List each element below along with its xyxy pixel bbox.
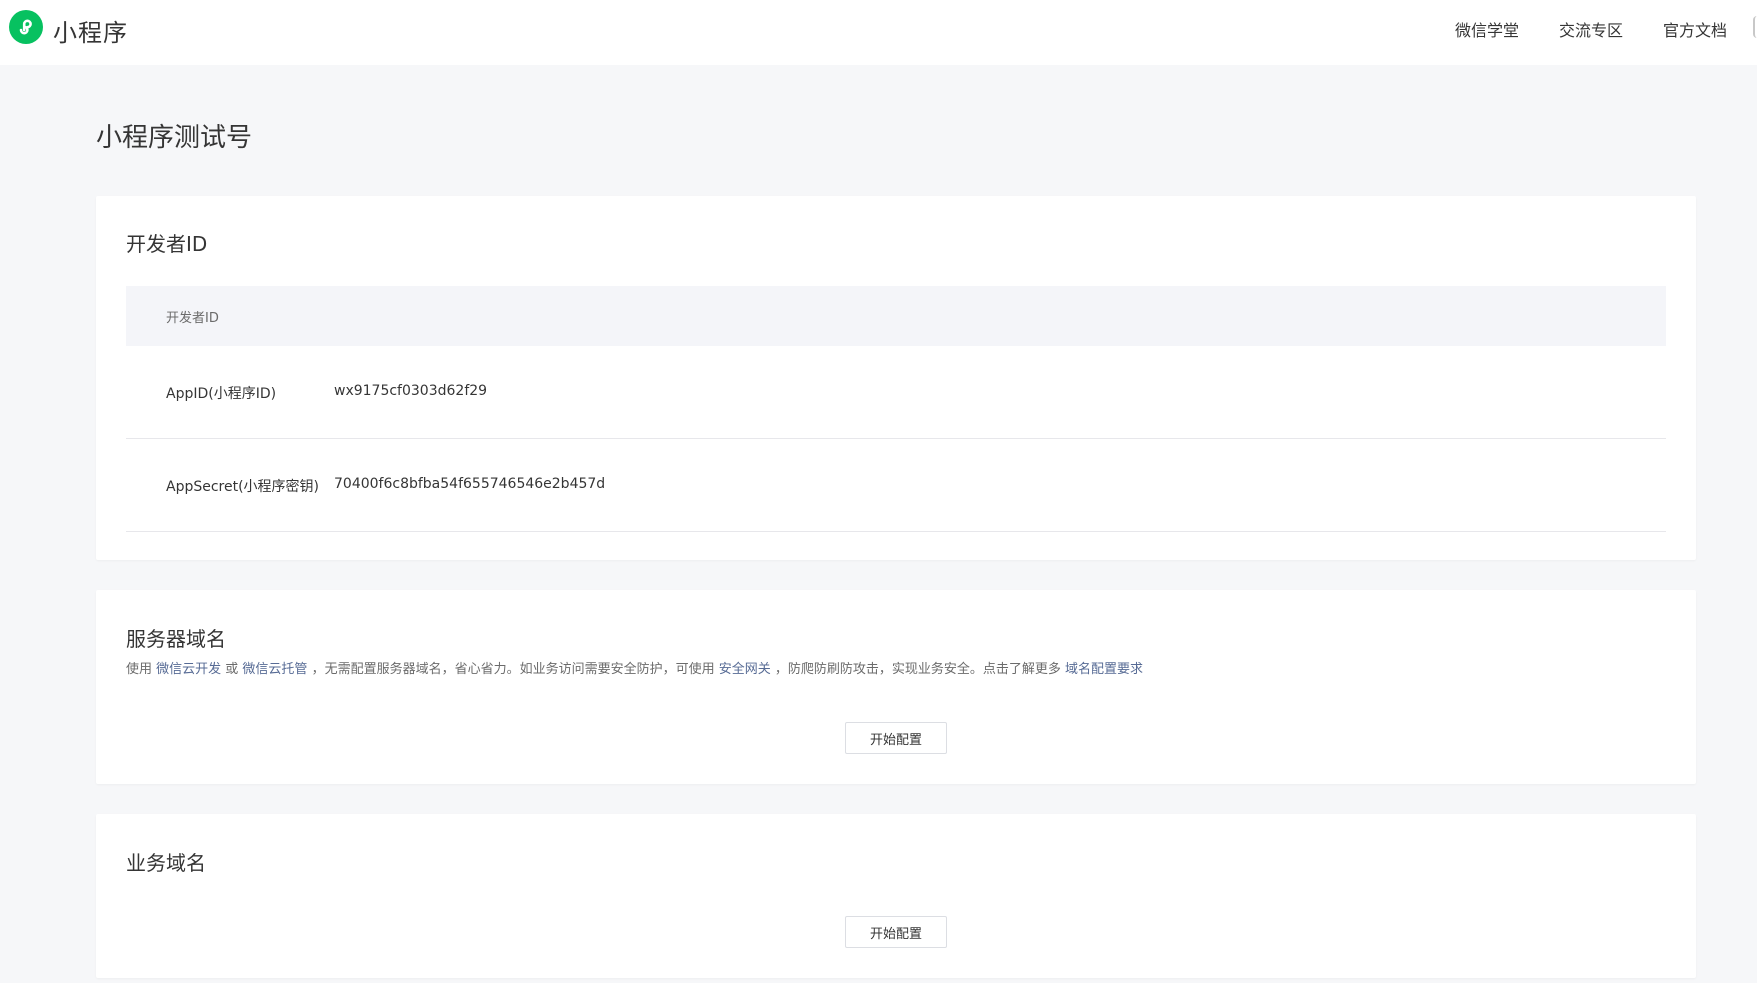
appsecret-row: AppSecret(小程序密钥) 70400f6c8bfba54f6557465… [126, 439, 1666, 532]
desc-text: ，防爬防刷防攻击，实现业务安全。点击了解更多 [770, 662, 1065, 677]
business-domain-card: 业务域名 开始配置 [96, 814, 1696, 978]
appid-value: wx9175cf0303d62f29 [334, 383, 488, 399]
mini-program-logo-icon[interactable] [9, 10, 43, 44]
server-domain-config-button[interactable]: 开始配置 [845, 722, 947, 754]
desc-text: 使用 [126, 662, 157, 677]
nav-weixin-school[interactable]: 微信学堂 [1455, 17, 1519, 41]
server-domain-description: 使用 微信云开发 或 微信云托管 ，无需配置服务器域名，省心省力。如业务访问需要… [126, 658, 1143, 677]
appsecret-label: AppSecret(小程序密钥) [166, 479, 320, 495]
desc-text: ，无需配置服务器域名，省心省力。如业务访问需要安全防护，可使用 [307, 662, 719, 677]
server-domain-card: 服务器域名 使用 微信云开发 或 微信云托管 ，无需配置服务器域名，省心省力。如… [96, 590, 1696, 784]
appid-row: AppID(小程序ID) wx9175cf0303d62f29 [126, 346, 1666, 439]
business-domain-title: 业务域名 [126, 851, 206, 875]
page-title: 小程序测试号 [96, 123, 253, 153]
server-domain-title: 服务器域名 [126, 627, 226, 651]
appsecret-value: 70400f6c8bfba54f655746546e2b457d [334, 476, 606, 492]
cloud-dev-link[interactable]: 微信云开发 [156, 662, 221, 677]
domain-requirements-link[interactable]: 域名配置要求 [1065, 662, 1143, 677]
developer-id-table-header: 开发者ID [126, 286, 1666, 346]
security-gateway-link[interactable]: 安全网关 [719, 662, 771, 677]
nav-official-docs[interactable]: 官方文档 [1663, 17, 1727, 41]
business-domain-config-button[interactable]: 开始配置 [845, 916, 947, 948]
developer-id-card: 开发者ID 开发者ID AppID(小程序ID) wx9175cf0303d62… [96, 196, 1696, 560]
cloud-hosting-link[interactable]: 微信云托管 [242, 662, 307, 677]
nav-community[interactable]: 交流专区 [1559, 17, 1623, 41]
top-nav: 微信学堂 交流专区 官方文档 [1455, 17, 1757, 41]
brand-title[interactable]: 小程序 [53, 13, 128, 48]
appid-label: AppID(小程序ID) [166, 386, 277, 402]
top-navbar: 小程序 微信学堂 交流专区 官方文档 [0, 0, 1757, 65]
avatar-edge[interactable] [1753, 16, 1757, 38]
developer-id-title: 开发者ID [126, 232, 208, 256]
table-header-label: 开发者ID [166, 311, 219, 326]
desc-text: 或 [221, 662, 243, 677]
